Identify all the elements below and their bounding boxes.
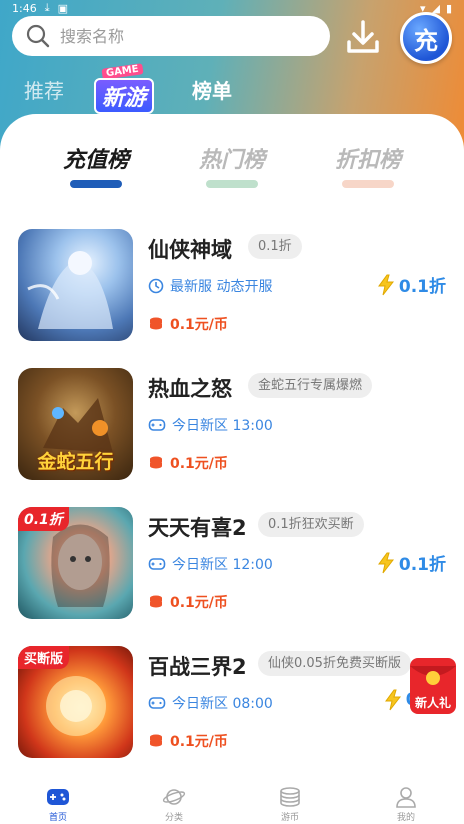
tab-recommend[interactable]: 推荐 [24,75,64,104]
game-meta: 最新服 动态开服 [148,276,272,296]
rank-tab-discount[interactable]: 折扣榜 [328,142,408,188]
rank-tab-underline [342,180,394,188]
game-meta-text: 今日新区 12:00 [172,557,273,573]
search-bar[interactable] [12,16,330,56]
game-price: 0.1元/币 [148,453,228,473]
top-tabs: 推荐 GAME 新游 榜单 [24,63,262,114]
search-icon [26,24,50,48]
coin-icon [150,734,162,747]
lightning-icon [377,552,394,573]
game-tag: 0.1折狂欢买断 [258,512,364,537]
nav-label: 分类 [164,813,183,823]
thumbnail-label: 0.1折 [18,507,69,531]
game-name: 百战三界2 [148,655,247,679]
battery-icon: ▮ [445,1,452,15]
rank-tab-label: 充值榜 [62,148,129,173]
gamepad-home-icon [47,789,69,805]
game-price-text: 0.1元/币 [170,456,228,472]
game-tag: 金蛇五行专属爆燃 [248,373,373,398]
game-tag: 仙侠0.05折免费买断版 [258,651,411,676]
planet-icon [162,789,186,805]
clock-icon [148,278,164,294]
game-price-text: 0.1元/币 [170,317,228,333]
tab-ranking[interactable]: 榜单 [192,75,232,104]
thumbnail-label: 买断版 [18,646,70,669]
gamepad-icon [148,419,166,431]
tab-new-game[interactable]: GAME 新游 [94,63,164,114]
game-name: 天天有喜2 [148,516,247,540]
new-game-label: 新游 [94,78,155,114]
game-discount-text: 0.1折 [398,555,446,575]
game-price: 0.1元/币 [148,592,228,612]
rank-tab-recharge[interactable]: 充值榜 [56,142,136,188]
game-item[interactable]: 买断版 百战三界2 仙侠0.05折免费买断版 今日新区 08:00 0.1元/币 [0,643,464,782]
game-list: 仙侠神域 0.1折 最新服 动态开服 0.1元/币 0.1折 金蛇五行 热血之怒… [0,226,464,782]
rank-tab-underline [70,180,122,188]
thumbnail-label: 金蛇五行 [37,451,114,473]
game-name: 仙侠神域 [148,238,232,262]
notification-icon: ▣ [57,1,68,15]
game-discount: 0.1折 [377,272,446,297]
lightning-icon [384,689,401,711]
coin-icon [150,317,162,330]
nav-category[interactable]: 分类 [116,774,232,824]
thumbnail-art [27,251,113,329]
game-meta: 今日新区 08:00 [148,693,273,713]
game-meta-text: 最新服 动态开服 [170,279,273,295]
game-item[interactable]: 0.1折 天天有喜2 0.1折狂欢买断 今日新区 12:00 0.1元/币 0.… [0,504,464,643]
game-item[interactable]: 金蛇五行 热血之怒 金蛇五行专属爆燃 今日新区 13:00 0.1元/币 [0,365,464,504]
game-thumbnail[interactable] [18,229,133,341]
new-user-gift-label: 新人礼 [414,696,451,710]
game-thumbnail[interactable]: 买断版 [18,646,133,758]
game-price: 0.1元/币 [148,731,228,751]
nav-label: 游币 [280,813,299,823]
game-meta-text: 今日新区 13:00 [172,418,273,434]
coin-stack-icon [280,787,300,807]
nav-coins[interactable]: 游币 [232,774,348,824]
ranking-panel: 充值榜 热门榜 折扣榜 仙侠神域 0.1折 最新服 动态开服 0.1元/币 0.… [0,114,464,774]
game-price-text: 0.1元/币 [170,595,228,611]
download-icon[interactable] [344,18,382,56]
user-icon [396,787,416,808]
rank-tab-hot[interactable]: 热门榜 [192,142,272,188]
status-time: 1:46 [12,1,37,15]
game-thumbnail[interactable]: 金蛇五行 [18,368,133,480]
game-price: 0.1元/币 [148,314,228,334]
nav-label: 我的 [396,813,415,823]
game-tag: 0.1折 [248,234,302,259]
game-meta: 今日新区 12:00 [148,554,273,574]
gamepad-icon [148,697,166,709]
game-meta: 今日新区 13:00 [148,415,273,435]
nav-home[interactable]: 首页 [0,774,116,824]
bottom-nav: 首页 分类 游币 我的 [0,774,464,824]
coin-icon [150,456,162,469]
nav-label: 首页 [48,813,67,823]
nav-profile[interactable]: 我的 [348,774,464,824]
game-discount-text: 0.1折 [398,277,446,297]
game-meta-text: 今日新区 08:00 [172,696,273,712]
gamepad-icon [148,558,166,570]
game-price-text: 0.1元/币 [170,734,228,750]
download-status-icon: ⤓ [44,1,50,14]
coin-icon [150,595,162,608]
game-thumbnail[interactable]: 0.1折 [18,507,133,619]
rank-tab-label: 热门榜 [198,148,265,173]
recharge-button[interactable]: 充 [400,12,452,64]
search-input[interactable] [60,26,300,46]
rank-tab-label: 折扣榜 [334,148,401,173]
new-user-gift-button[interactable]: 新人礼 [404,656,462,716]
game-name: 热血之怒 [148,377,232,401]
game-discount: 0.1折 [377,550,446,575]
game-item[interactable]: 仙侠神域 0.1折 最新服 动态开服 0.1元/币 0.1折 [0,226,464,365]
lightning-icon [377,274,394,295]
status-bar: 1:46 ⤓ ▣ ▾ ◢ ▮ [0,0,464,16]
rank-tab-underline [206,180,258,188]
